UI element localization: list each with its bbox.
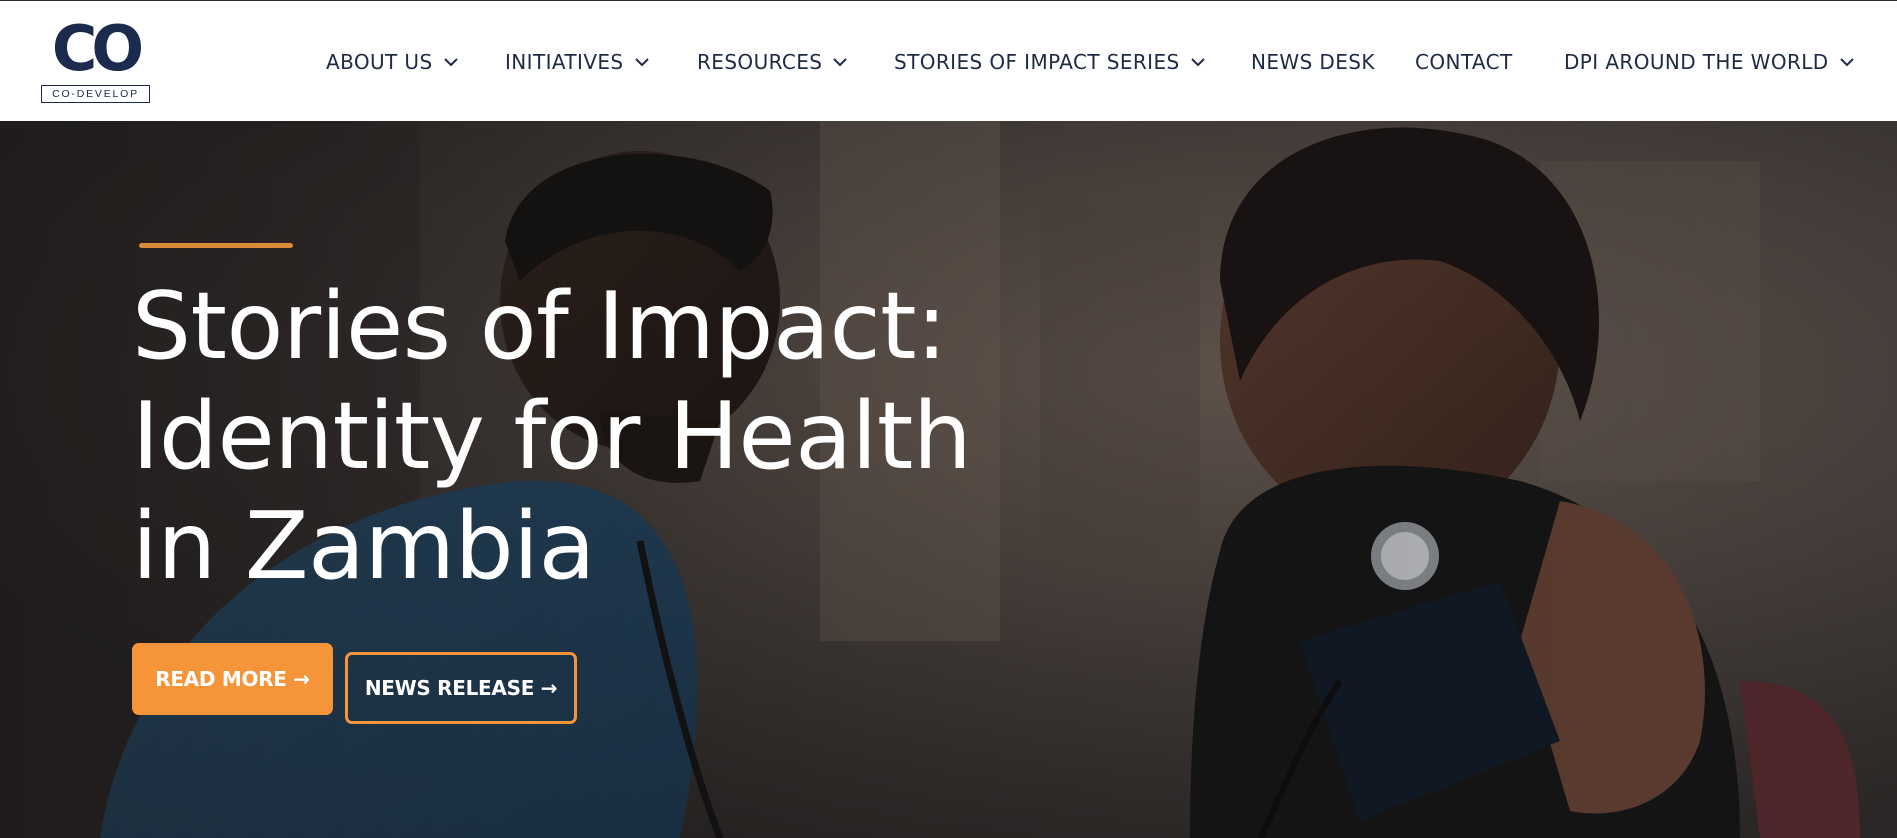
chevron-down-icon [443, 54, 459, 70]
chevron-down-icon [1190, 54, 1206, 70]
nav-label: STORIES OF IMPACT SERIES [894, 50, 1180, 74]
hero-title: Stories of Impact: Identity for Health i… [132, 271, 1092, 601]
read-more-button[interactable]: READ MORE → [132, 643, 333, 715]
nav-label: ABOUT US [326, 50, 433, 74]
nav-label: DPI AROUND THE WORLD [1564, 50, 1829, 74]
nav-label: NEWS DESK [1251, 50, 1375, 74]
hero-title-line: in Zambia [132, 492, 596, 600]
nav-label: CONTACT [1415, 50, 1513, 74]
nav-item-stories-of-impact[interactable]: STORIES OF IMPACT SERIES [894, 47, 1206, 77]
nav-item-news-desk[interactable]: NEWS DESK [1251, 47, 1375, 77]
nav-item-dpi-around-the-world[interactable]: DPI AROUND THE WORLD [1564, 47, 1855, 77]
chevron-down-icon [832, 54, 848, 70]
hero-title-line: Identity for Health [132, 382, 972, 490]
nav-item-about-us[interactable]: ABOUT US [326, 47, 459, 77]
hero-title-line: Stories of Impact: [132, 272, 947, 380]
nav-item-initiatives[interactable]: INITIATIVES [505, 47, 650, 77]
nav-item-resources[interactable]: RESOURCES [697, 47, 848, 77]
nav-label: INITIATIVES [505, 50, 624, 74]
main-nav: ABOUT US INITIATIVES RESOURCES STORIES O… [0, 1, 1897, 122]
site-header: CO CO-DEVELOP ABOUT US INITIATIVES RESOU… [0, 0, 1897, 121]
nav-label: RESOURCES [697, 50, 823, 74]
news-release-button[interactable]: NEWS RELEASE → [345, 652, 577, 724]
nav-item-contact[interactable]: CONTACT [1415, 47, 1513, 77]
hero-section: Stories of Impact: Identity for Health i… [0, 121, 1897, 838]
accent-rule [139, 243, 293, 248]
chevron-down-icon [1839, 54, 1855, 70]
chevron-down-icon [634, 54, 650, 70]
